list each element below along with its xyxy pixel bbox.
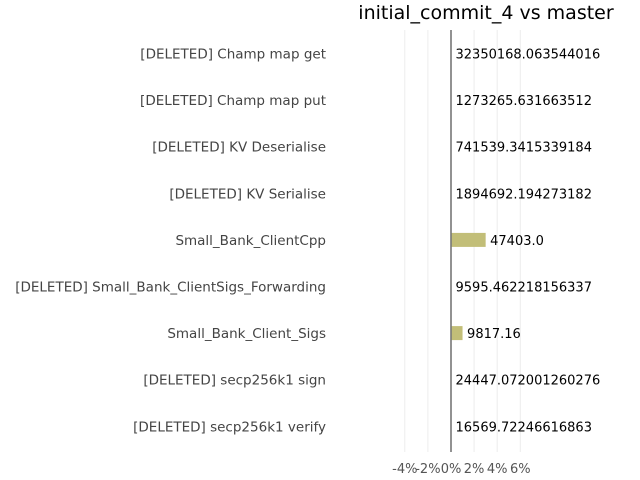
category-label: [DELETED] Champ map get (140, 47, 326, 63)
x-tick-label: 6% (510, 462, 531, 477)
data-label: 16569.72246616863 (456, 420, 592, 435)
data-label: 9817.16 (467, 327, 521, 342)
x-tick-labels: -4%-2% 0% 2% 4% 6% (392, 462, 530, 477)
bar (451, 232, 486, 247)
data-label: 24447.072001260276 (456, 374, 601, 389)
x-tick-label: 0% (441, 462, 462, 477)
x-tick-label: 2% (464, 462, 485, 477)
category-label: Small_Bank_Client_Sigs (167, 326, 326, 342)
category-label: Small_Bank_ClientCpp (175, 233, 326, 249)
bar (451, 326, 463, 341)
x-tick-label: -2% (415, 462, 440, 477)
data-label: 741539.3415339184 (456, 141, 592, 156)
category-label: [DELETED] secp256k1 verify (133, 419, 326, 435)
x-tick-label: 4% (487, 462, 508, 477)
category-label: [DELETED] secp256k1 sign (143, 373, 326, 389)
category-label: [DELETED] KV Deserialise (152, 140, 326, 156)
data-label: 47403.0 (490, 234, 544, 249)
bar-chart: [DELETED] Champ map get [DELETED] Champ m… (15, 2, 614, 477)
category-label: [DELETED] Champ map put (140, 93, 326, 109)
category-label: [DELETED] Small_Bank_ClientSigs_Forwardi… (15, 280, 326, 296)
data-label: 1894692.194273182 (456, 187, 592, 202)
data-label: 32350168.063544016 (456, 48, 601, 63)
data-label: 1273265.631663512 (456, 94, 592, 109)
chart-title: initial_commit_4 vs master (358, 2, 614, 24)
data-label: 9595.462218156337 (456, 281, 592, 296)
category-label: [DELETED] KV Serialise (169, 186, 326, 202)
x-tick-label: -4% (392, 462, 417, 477)
category-labels: [DELETED] Champ map get [DELETED] Champ m… (15, 47, 326, 436)
